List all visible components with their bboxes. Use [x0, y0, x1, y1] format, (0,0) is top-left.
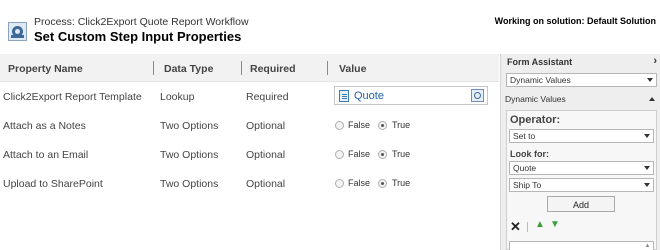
dynamic-values-section-header[interactable]: Dynamic Values	[501, 91, 660, 108]
move-up-icon[interactable]: ▲	[535, 219, 545, 230]
look-for-field-select[interactable]: Ship To	[509, 178, 654, 192]
lookup-value[interactable]: Quote	[354, 90, 384, 102]
grid-header-row: Property Name Data Type Required Value	[0, 54, 499, 82]
radio-true[interactable]	[378, 150, 387, 159]
lookup-search-icon[interactable]	[471, 89, 484, 102]
solution-indicator: Working on solution: Default Solution	[494, 16, 656, 26]
property-name-cell: Upload to SharePoint	[3, 178, 103, 190]
close-icon[interactable]: ✕	[510, 219, 521, 235]
report-template-lookup-field[interactable]: Quote	[334, 86, 488, 105]
dynamic-values-list[interactable]: ▲	[509, 241, 654, 250]
dynamic-values-box: Operator: Set to Look for: Quote Ship To…	[506, 110, 657, 250]
column-separator	[327, 61, 328, 75]
form-assistant-header[interactable]: Form Assistant ›	[501, 54, 660, 70]
process-settings-icon	[8, 22, 27, 41]
add-button[interactable]: Add	[547, 196, 615, 212]
form-assistant-panel: Form Assistant › Dynamic Values Dynamic …	[500, 54, 660, 250]
dynamic-values-select-value: Dynamic Values	[510, 75, 571, 85]
chevron-down-icon	[647, 78, 653, 82]
page-title: Set Custom Step Input Properties	[34, 29, 242, 44]
look-for-field-value: Ship To	[513, 180, 542, 190]
chevron-down-icon	[644, 183, 650, 187]
required-cell: Optional	[246, 178, 286, 190]
table-row[interactable]: Attach as a Notes Two Options Optional F…	[0, 111, 499, 140]
chevron-right-icon[interactable]: ›	[653, 55, 657, 67]
column-header-required[interactable]: Required	[250, 63, 296, 75]
radio-false[interactable]	[335, 150, 344, 159]
column-header-value[interactable]: Value	[339, 63, 366, 75]
radio-false[interactable]	[335, 179, 344, 188]
property-name-cell: Attach as a Notes	[3, 120, 86, 132]
properties-grid: Property Name Data Type Required Value C…	[0, 54, 499, 198]
table-row[interactable]: Upload to SharePoint Two Options Optiona…	[0, 169, 499, 198]
property-name-cell: Attach to an Email	[3, 149, 89, 161]
radio-true-label[interactable]: True	[392, 178, 410, 188]
toolbar-separator	[527, 222, 528, 232]
column-header-data-type[interactable]: Data Type	[164, 63, 213, 75]
collapse-icon[interactable]	[649, 97, 655, 101]
data-type-cell: Lookup	[160, 91, 195, 103]
process-name: Process: Click2Export Quote Report Workf…	[34, 16, 249, 28]
column-header-property-name[interactable]: Property Name	[8, 63, 83, 75]
look-for-label: Look for:	[510, 149, 549, 159]
radio-false-label[interactable]: False	[348, 178, 370, 188]
chevron-down-icon	[644, 166, 650, 170]
table-row[interactable]: Attach to an Email Two Options Optional …	[0, 140, 499, 169]
table-row[interactable]: Click2Export Report Template Lookup Requ…	[0, 82, 499, 111]
dynamic-values-section-title: Dynamic Values	[505, 94, 566, 104]
data-type-cell: Two Options	[160, 120, 219, 132]
operator-select-value: Set to	[513, 131, 536, 141]
dynamic-values-select[interactable]: Dynamic Values	[506, 73, 657, 87]
required-cell: Optional	[246, 120, 286, 132]
radio-false[interactable]	[335, 121, 344, 130]
move-down-icon[interactable]: ▼	[550, 219, 560, 230]
property-name-cell: Click2Export Report Template	[3, 91, 142, 103]
column-separator	[241, 61, 242, 75]
required-cell: Optional	[246, 149, 286, 161]
required-cell: Required	[246, 91, 289, 103]
data-type-cell: Two Options	[160, 178, 219, 190]
form-assistant-title: Form Assistant	[507, 57, 573, 67]
data-type-cell: Two Options	[160, 149, 219, 161]
radio-true[interactable]	[378, 121, 387, 130]
scrollbar-up-icon[interactable]: ▲	[643, 243, 652, 250]
radio-true[interactable]	[378, 179, 387, 188]
radio-true-label[interactable]: True	[392, 149, 410, 159]
radio-true-label[interactable]: True	[392, 120, 410, 130]
page-header: Process: Click2Export Quote Report Workf…	[0, 0, 660, 50]
column-separator	[153, 61, 154, 75]
chevron-down-icon	[644, 134, 650, 138]
operator-label: Operator:	[510, 114, 561, 126]
look-for-entity-select[interactable]: Quote	[509, 161, 654, 175]
radio-false-label[interactable]: False	[348, 120, 370, 130]
radio-false-label[interactable]: False	[348, 149, 370, 159]
look-for-entity-value: Quote	[513, 163, 537, 173]
operator-select[interactable]: Set to	[509, 129, 654, 143]
document-icon	[339, 90, 349, 102]
